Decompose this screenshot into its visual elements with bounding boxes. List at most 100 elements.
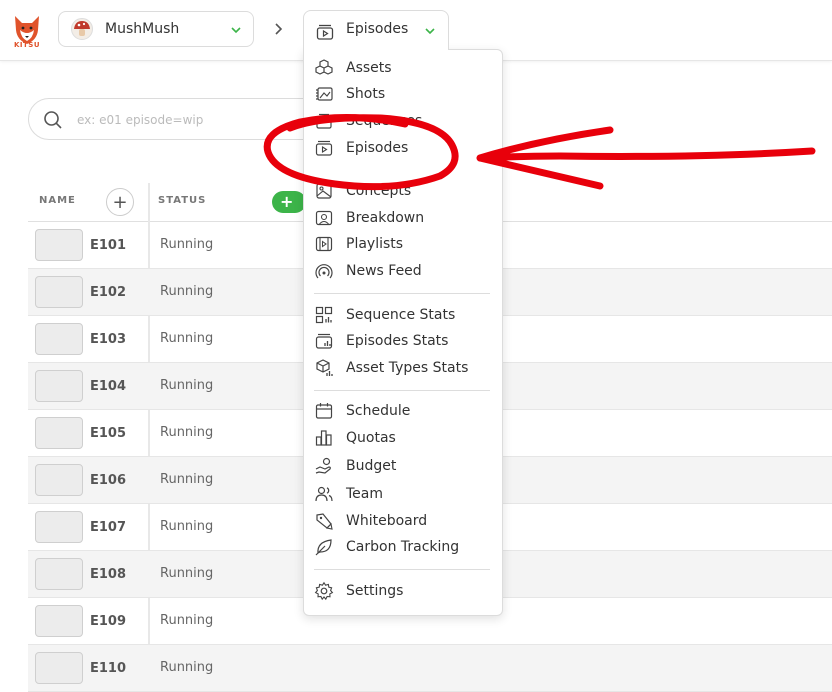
- concepts-icon: [316, 183, 332, 199]
- menu-item-label: Playlists: [346, 236, 404, 252]
- menu-item-budget[interactable]: Budget: [314, 454, 396, 478]
- episode-thumbnail[interactable]: [35, 558, 83, 590]
- menu-separator: [314, 390, 490, 391]
- episode-name[interactable]: E104: [90, 379, 126, 394]
- episode-thumbnail[interactable]: [35, 229, 83, 261]
- episode-thumbnail[interactable]: [35, 652, 83, 684]
- menu-item-asset-types-stats[interactable]: Asset Types Stats: [314, 356, 468, 380]
- menu-item-breakdown[interactable]: Breakdown: [314, 206, 424, 230]
- episode-status[interactable]: Running: [160, 660, 213, 675]
- section-name: Episodes: [346, 21, 409, 37]
- episode-status[interactable]: Running: [160, 519, 213, 534]
- production-selector[interactable]: MushMush: [58, 11, 254, 47]
- episode-status[interactable]: Running: [160, 425, 213, 440]
- whiteboard-icon: [316, 513, 333, 530]
- episode-status[interactable]: Running: [160, 472, 213, 487]
- episode-thumbnail[interactable]: [35, 370, 83, 402]
- episode-name[interactable]: E106: [90, 473, 126, 488]
- menu-item-carbon-tracking[interactable]: Carbon Tracking: [314, 535, 459, 559]
- menu-item-episodes[interactable]: Episodes: [314, 136, 408, 160]
- menu-item-label: Whiteboard: [346, 513, 428, 529]
- episode-status[interactable]: Running: [160, 284, 213, 299]
- menu-item-sequences[interactable]: Sequences: [314, 109, 422, 133]
- menu-item-schedule[interactable]: Schedule: [314, 399, 410, 423]
- settings-icon: [314, 581, 334, 601]
- add-task-type-button[interactable]: +: [272, 191, 306, 213]
- episode-thumbnail[interactable]: [35, 605, 83, 637]
- assets-icon: [315, 59, 333, 75]
- episode-status[interactable]: Running: [160, 331, 213, 346]
- menu-item-sequence-stats[interactable]: Sequence Stats: [314, 303, 455, 327]
- menu-item-label: Breakdown: [346, 210, 425, 226]
- episode-name[interactable]: E108: [90, 567, 126, 582]
- menu-item-label: News Feed: [346, 263, 422, 279]
- menu-separator: [314, 569, 490, 570]
- column-header-name[interactable]: NAME: [39, 195, 76, 206]
- carbon-tracking-icon: [315, 539, 332, 556]
- sequence-stats-icon: [315, 306, 333, 324]
- menu-item-news-feed[interactable]: News Feed: [314, 259, 422, 283]
- team-icon: [315, 486, 333, 502]
- menu-item-concepts[interactable]: Concepts: [314, 179, 411, 203]
- search-icon: [44, 111, 62, 129]
- episode-thumbnail[interactable]: [35, 323, 83, 355]
- menu-item-label: Quotas: [346, 430, 396, 446]
- menu-item-shots[interactable]: Shots: [314, 82, 385, 106]
- episodes-icon: [316, 24, 334, 40]
- episode-thumbnail[interactable]: [35, 511, 83, 543]
- episode-name[interactable]: E101: [90, 238, 126, 253]
- menu-item-label: Sequences: [346, 113, 423, 129]
- episode-name[interactable]: E102: [90, 285, 126, 300]
- menu-item-assets[interactable]: Assets: [314, 56, 392, 80]
- chevron-down-icon: [231, 27, 241, 34]
- episode-status[interactable]: Running: [160, 566, 213, 581]
- menu-item-whiteboard[interactable]: Whiteboard: [314, 509, 427, 533]
- sequences-icon: [316, 113, 332, 129]
- logo-text: KITSU: [14, 41, 41, 49]
- menu-item-label: Team: [346, 486, 384, 502]
- menu-item-label: Concepts: [346, 183, 412, 199]
- budget-icon: [315, 457, 331, 474]
- episode-name[interactable]: E110: [90, 661, 126, 676]
- episode-name[interactable]: E107: [90, 520, 126, 535]
- menu-item-label: Sequence Stats: [346, 307, 456, 323]
- schedule-icon: [315, 403, 333, 419]
- menu-item-label: Schedule: [346, 403, 411, 419]
- annotation-arrow: [476, 126, 816, 190]
- breakdown-icon: [315, 210, 333, 226]
- episode-thumbnail[interactable]: [35, 417, 83, 449]
- episode-thumbnail[interactable]: [35, 464, 83, 496]
- episode-thumbnail[interactable]: [35, 276, 83, 308]
- asset-types-stats-icon: [316, 359, 333, 376]
- menu-item-label: Carbon Tracking: [346, 539, 460, 555]
- news-feed-icon: [315, 264, 333, 279]
- quotas-icon: [315, 430, 332, 446]
- episode-name[interactable]: E103: [90, 332, 126, 347]
- episode-status[interactable]: Running: [160, 237, 213, 252]
- menu-item-episodes-stats[interactable]: Episodes Stats: [314, 329, 448, 353]
- menu-item-label: Episodes: [346, 140, 409, 156]
- episodes-stats-icon: [315, 333, 333, 349]
- search-input[interactable]: [75, 108, 309, 132]
- search-box[interactable]: [28, 98, 328, 140]
- table-row[interactable]: E110 Running: [28, 645, 832, 692]
- breadcrumb-chevron-right-icon: [275, 23, 283, 35]
- episode-status[interactable]: Running: [160, 378, 213, 393]
- menu-separator: [314, 293, 490, 294]
- episode-name[interactable]: E105: [90, 426, 126, 441]
- menu-item-label: Asset Types Stats: [346, 360, 469, 376]
- menu-item-playlists[interactable]: Playlists: [314, 232, 403, 256]
- add-column-button[interactable]: +: [106, 188, 134, 216]
- episodes-icon: [315, 140, 333, 156]
- episode-name[interactable]: E109: [90, 614, 126, 629]
- production-name: MushMush: [105, 21, 180, 37]
- menu-item-quotas[interactable]: Quotas: [314, 426, 396, 450]
- section-dropdown-menu: Assets Shots Sequences Episodes Concepts…: [303, 49, 503, 616]
- episode-status[interactable]: Running: [160, 613, 213, 628]
- menu-item-label: Episodes Stats: [346, 333, 449, 349]
- section-selector[interactable]: Episodes: [303, 10, 449, 50]
- menu-item-team[interactable]: Team: [314, 482, 383, 506]
- playlists-icon: [315, 236, 333, 252]
- column-header-status[interactable]: STATUS: [158, 195, 206, 206]
- menu-item-settings[interactable]: Settings: [314, 579, 403, 603]
